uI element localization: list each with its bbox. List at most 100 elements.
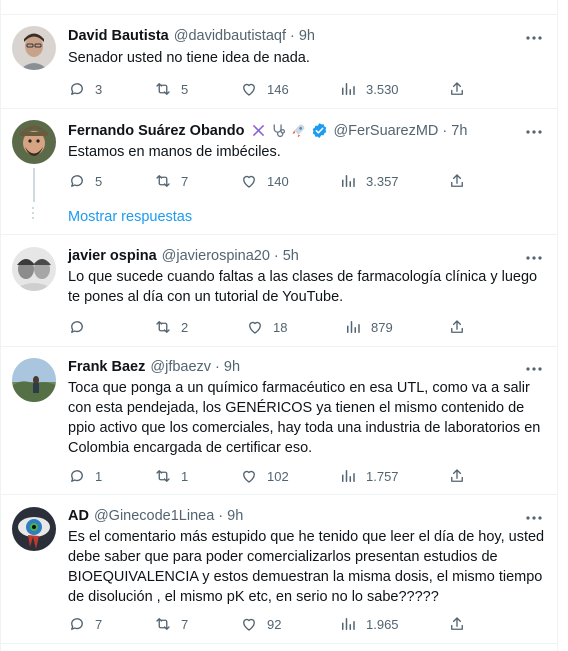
tweet-text: Es el comentario más estupido que he ten… bbox=[68, 529, 545, 605]
avatar-photo-icon bbox=[12, 120, 56, 164]
retweet-button[interactable]: 1 bbox=[154, 466, 188, 486]
timestamp[interactable]: 7h bbox=[451, 123, 467, 139]
avatar[interactable] bbox=[12, 247, 56, 291]
show-replies-link[interactable]: Mostrar respuestas bbox=[68, 209, 192, 225]
like-button[interactable]: 102 bbox=[240, 466, 289, 486]
reply-button[interactable]: 5 bbox=[68, 171, 102, 191]
like-count: 146 bbox=[267, 81, 289, 97]
tweet-actions: 3 5 146 3.530 bbox=[68, 79, 468, 99]
heart-icon bbox=[243, 470, 255, 483]
share-icon bbox=[451, 469, 463, 482]
views-icon bbox=[342, 175, 355, 187]
more-options-icon[interactable] bbox=[524, 248, 544, 268]
heart-icon bbox=[249, 321, 261, 334]
retweet-button[interactable]: 5 bbox=[154, 79, 188, 99]
more-options-icon[interactable] bbox=[524, 28, 544, 48]
more-options-icon[interactable] bbox=[524, 508, 544, 528]
tweet-1[interactable]: David Bautista @davidbautistaqf · 9h Sen… bbox=[0, 15, 558, 109]
tweet-actions: 1 1 102 1.757 bbox=[68, 466, 468, 486]
view-count: 879 bbox=[371, 319, 393, 335]
reply-button[interactable]: 1 bbox=[68, 466, 102, 486]
retweet-count: 1 bbox=[181, 468, 189, 484]
timestamp[interactable]: 9h bbox=[299, 28, 315, 44]
avatar[interactable] bbox=[12, 120, 56, 164]
view-count: 1.757 bbox=[366, 468, 399, 484]
dna-icon bbox=[253, 124, 265, 137]
author-name[interactable]: AD bbox=[68, 508, 89, 524]
views-icon bbox=[347, 321, 360, 333]
tweet-4[interactable]: Frank Baez @jfbaezv · 9h Toca que ponga … bbox=[0, 347, 558, 495]
retweet-icon bbox=[156, 321, 170, 333]
tweet-2[interactable]: Fernando Suárez Obando @FerSuarezMD · 7h… bbox=[0, 109, 558, 235]
views-button[interactable]: 3.357 bbox=[339, 171, 399, 191]
share-button[interactable] bbox=[448, 466, 466, 486]
share-button[interactable] bbox=[448, 614, 466, 634]
like-button[interactable]: 92 bbox=[240, 614, 281, 634]
share-button[interactable] bbox=[448, 171, 466, 191]
retweet-icon bbox=[156, 618, 170, 630]
view-count: 3.530 bbox=[366, 81, 399, 97]
author-name[interactable]: David Bautista bbox=[68, 28, 169, 44]
stethoscope-icon bbox=[274, 124, 286, 138]
separator: · bbox=[273, 248, 279, 264]
author-name[interactable]: Fernando Suárez Obando bbox=[68, 123, 244, 139]
views-icon bbox=[342, 618, 355, 630]
author-handle[interactable]: @Ginecode1Linea bbox=[94, 508, 214, 524]
view-count: 1.965 bbox=[366, 616, 399, 632]
reply-icon bbox=[71, 618, 83, 630]
avatar[interactable] bbox=[12, 507, 56, 551]
share-button[interactable] bbox=[448, 79, 466, 99]
views-button[interactable]: 3.530 bbox=[339, 79, 399, 99]
tweet-3[interactable]: javier ospina @javierospina20 · 5h Lo qu… bbox=[0, 235, 558, 347]
like-button[interactable]: 146 bbox=[240, 79, 289, 99]
timestamp[interactable]: 5h bbox=[283, 248, 299, 264]
reply-icon bbox=[71, 321, 83, 333]
retweet-count: 2 bbox=[181, 319, 189, 335]
avatar[interactable] bbox=[12, 358, 56, 402]
avatar[interactable] bbox=[12, 26, 56, 70]
tweet-actions: 7 7 92 1.965 bbox=[68, 614, 468, 634]
retweet-button[interactable]: 7 bbox=[154, 614, 188, 634]
views-button[interactable]: 1.965 bbox=[339, 614, 399, 634]
retweet-button[interactable]: 2 bbox=[154, 317, 188, 337]
reply-count: 1 bbox=[95, 468, 103, 484]
heart-icon bbox=[243, 175, 255, 188]
author-name[interactable]: javier ospina bbox=[68, 248, 157, 264]
timestamp[interactable]: 9h bbox=[227, 508, 243, 524]
tweet-actions: 2 18 879 bbox=[68, 317, 468, 337]
tweet-text: Toca que ponga a un químico farmacéutico… bbox=[68, 380, 541, 456]
share-button[interactable] bbox=[448, 317, 466, 337]
like-count: 102 bbox=[267, 468, 289, 484]
like-button[interactable]: 140 bbox=[240, 171, 289, 191]
author-handle[interactable]: @FerSuarezMD bbox=[333, 123, 438, 139]
timestamp[interactable]: 9h bbox=[224, 359, 240, 375]
author-name[interactable]: Frank Baez bbox=[68, 359, 145, 375]
separator: · bbox=[442, 122, 448, 139]
reply-icon bbox=[71, 470, 83, 482]
like-count: 92 bbox=[267, 616, 282, 632]
author-handle[interactable]: @jfbaezv bbox=[150, 359, 211, 375]
share-icon bbox=[451, 617, 463, 630]
reply-button[interactable]: 7 bbox=[68, 614, 102, 634]
retweet-button[interactable]: 7 bbox=[154, 171, 188, 191]
reply-count: 3 bbox=[95, 81, 103, 97]
author-handle[interactable]: @davidbautistaqf bbox=[174, 28, 286, 44]
tweet-text: Lo que sucede cuando faltas a las clases… bbox=[68, 269, 538, 305]
reply-button[interactable] bbox=[68, 317, 95, 337]
separator: · bbox=[218, 508, 224, 524]
tweet-5[interactable]: AD @Ginecode1Linea · 9h Es el comentario… bbox=[0, 495, 558, 644]
reply-count: 5 bbox=[95, 173, 103, 189]
like-button[interactable]: 18 bbox=[246, 317, 287, 337]
author-handle[interactable]: @javierospina20 bbox=[162, 248, 270, 264]
views-button[interactable]: 1.757 bbox=[339, 466, 399, 486]
more-options-icon[interactable] bbox=[524, 359, 544, 379]
reply-icon bbox=[71, 175, 83, 187]
reply-button[interactable]: 3 bbox=[68, 79, 102, 99]
share-icon bbox=[451, 320, 463, 333]
reply-icon bbox=[71, 83, 83, 95]
thread-dots bbox=[32, 207, 35, 222]
more-options-icon[interactable] bbox=[524, 122, 544, 142]
avatar-photo-icon bbox=[12, 247, 56, 291]
thread-connector bbox=[33, 168, 35, 202]
views-button[interactable]: 879 bbox=[344, 317, 393, 337]
